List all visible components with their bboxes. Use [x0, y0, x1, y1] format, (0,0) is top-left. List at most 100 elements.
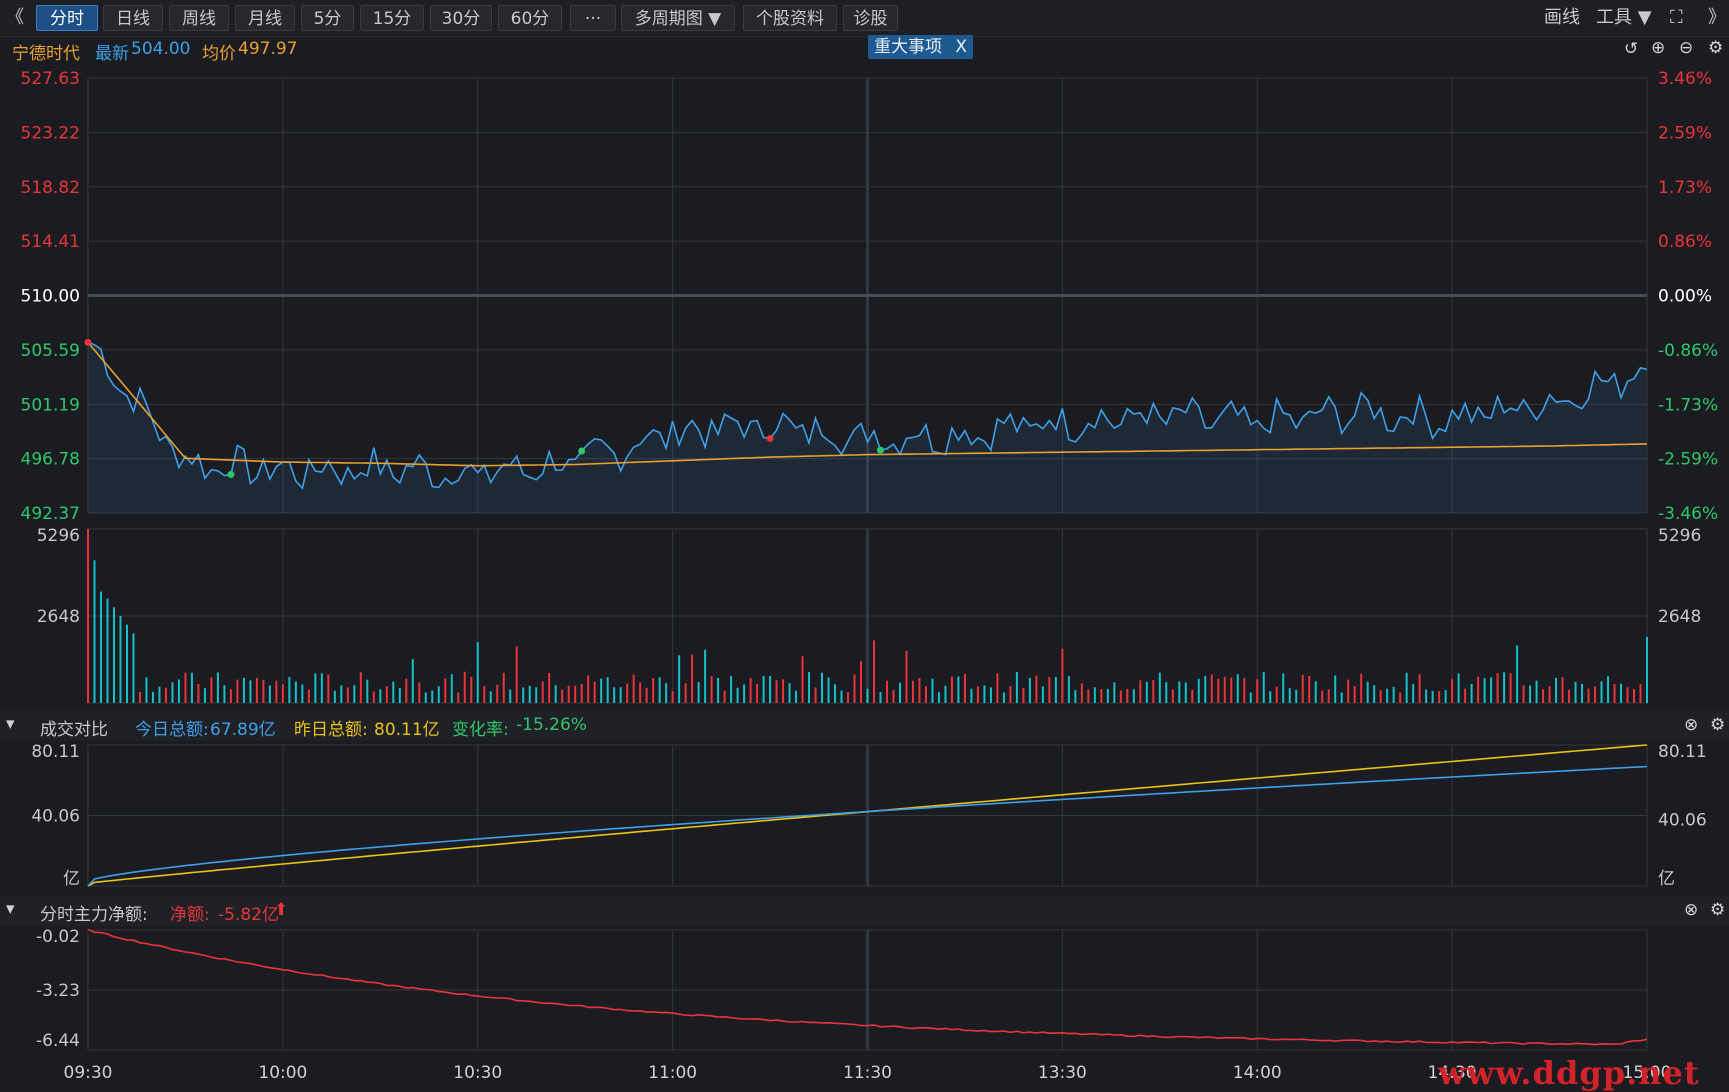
draw-line-button[interactable]: 画线: [1544, 5, 1580, 31]
volume-bar: [1386, 688, 1389, 703]
intraday-chart[interactable]: 527.63 523.22 518.82 514.41 510.00 505.59 501.…: [0, 0, 1729, 1091]
volume-tick-right: 5296: [1658, 526, 1701, 546]
volume-bar: [418, 682, 421, 703]
tab-7[interactable]: 60分: [498, 5, 562, 31]
price-tick-right: 1.73%: [1658, 178, 1712, 198]
volume-bar: [1139, 680, 1142, 703]
settings-icon[interactable]: ⚙: [1708, 38, 1723, 58]
chevron-down-icon[interactable]: ▾: [6, 899, 15, 919]
volume-bar: [1509, 673, 1512, 703]
volume-bar: [1581, 683, 1584, 703]
volume-bar: [1035, 675, 1038, 703]
avg-line: [87, 341, 1648, 467]
volume-bar: [1100, 689, 1103, 703]
netflow-title: 分时主力净额:: [40, 905, 148, 925]
netflow-line: [87, 928, 1648, 1046]
volume-bar: [138, 691, 141, 703]
volume-bar: [346, 687, 349, 703]
netflow-value-label: 净额:: [170, 905, 210, 925]
volume-bar: [1061, 648, 1064, 703]
volume-bar: [1204, 676, 1207, 703]
change-rate-label: 变化率:: [452, 720, 509, 740]
tab-6[interactable]: 30分: [430, 5, 492, 31]
tab-2[interactable]: 周线: [169, 5, 229, 31]
volume-bar: [976, 686, 979, 703]
zoom-out-icon[interactable]: ⊖: [1679, 38, 1693, 58]
yesterday-total-value: 80.11亿: [374, 720, 440, 740]
volume-bar: [626, 683, 629, 703]
tab-9[interactable]: 多周期图 ▼: [621, 5, 735, 31]
netflow-tick: -3.23: [36, 981, 80, 1001]
chevron-down-icon[interactable]: ▾: [6, 714, 15, 734]
fullscreen-icon[interactable]: ⛶: [1670, 5, 1683, 31]
volume-bar: [177, 679, 180, 703]
close-icon[interactable]: X: [955, 37, 967, 57]
volume-bar: [320, 673, 323, 703]
volume-bar: [1522, 685, 1525, 703]
volume-bar: [1561, 677, 1564, 703]
zoom-in-icon[interactable]: ⊕: [1651, 38, 1665, 58]
volume-bar: [840, 690, 843, 703]
tab-5[interactable]: 15分: [360, 5, 424, 31]
volume-bar: [509, 689, 512, 703]
tools-menu[interactable]: 工具 ▼: [1596, 5, 1652, 31]
volume-bar: [658, 677, 661, 703]
volume-bar: [1535, 680, 1538, 703]
volume-bar: [379, 689, 382, 703]
tab-4[interactable]: 5分: [301, 5, 354, 31]
tab-10[interactable]: 个股资料: [743, 5, 837, 31]
volume-bar: [1431, 690, 1434, 703]
volume-panel: [87, 528, 1648, 704]
volume-bar: [1275, 686, 1278, 703]
volume-bar: [717, 677, 720, 703]
settings-icon[interactable]: ⚙: [1710, 715, 1725, 735]
volume-bar: [1126, 688, 1129, 703]
volume-bar: [1340, 692, 1343, 703]
volume-bar: [574, 685, 577, 703]
tab-3[interactable]: 月线: [235, 5, 295, 31]
volume-bar: [411, 659, 414, 703]
netflow-panel: [87, 929, 1648, 1051]
major-event-tag[interactable]: 重大事项 X: [868, 35, 974, 59]
tab-8[interactable]: ···: [570, 5, 616, 31]
volume-bar: [652, 678, 655, 703]
volume-bar: [431, 690, 434, 703]
volume-bar: [827, 677, 830, 703]
compare-tick-right: 40.06: [1658, 811, 1707, 831]
volume-bar: [606, 677, 609, 703]
volume-bar: [619, 687, 622, 703]
close-icon[interactable]: ⊗: [1684, 715, 1698, 735]
volume-bar: [489, 691, 492, 703]
volume-bar: [554, 685, 557, 703]
volume-bar: [665, 683, 668, 703]
price-tick-right: -2.59%: [1658, 450, 1718, 470]
trade-marker: [578, 447, 586, 455]
price-tick-left: 518.82: [21, 178, 80, 198]
volume-bar: [366, 679, 369, 703]
volume-bar: [1093, 687, 1096, 703]
volume-bar: [1405, 672, 1408, 703]
tab-0[interactable]: 分时: [36, 5, 98, 31]
undo-icon[interactable]: ↺: [1624, 39, 1638, 59]
volume-bar: [1470, 683, 1473, 703]
volume-bar: [730, 675, 733, 703]
volume-bar: [847, 692, 850, 703]
tab-1[interactable]: 日线: [103, 5, 163, 31]
tab-11[interactable]: 诊股: [843, 5, 898, 31]
expand-right-icon[interactable]: 》: [1708, 5, 1726, 31]
volume-bar: [242, 677, 245, 703]
compare-tick-left: 80.11: [31, 742, 80, 762]
volume-bar: [937, 692, 940, 703]
close-icon[interactable]: ⊗: [1684, 900, 1698, 920]
collapse-left-icon[interactable]: 《: [6, 5, 24, 31]
volume-bar: [743, 684, 746, 703]
volume-bar: [1236, 674, 1239, 703]
trade-marker: [766, 434, 774, 442]
volume-bar: [749, 678, 752, 703]
volume-bar: [1529, 685, 1532, 703]
price-tick-left: 523.22: [21, 123, 80, 143]
trade-marker: [227, 470, 235, 478]
avg-label: 均价: [202, 44, 236, 64]
volume-bar: [1171, 689, 1174, 703]
settings-icon[interactable]: ⚙: [1710, 900, 1725, 920]
